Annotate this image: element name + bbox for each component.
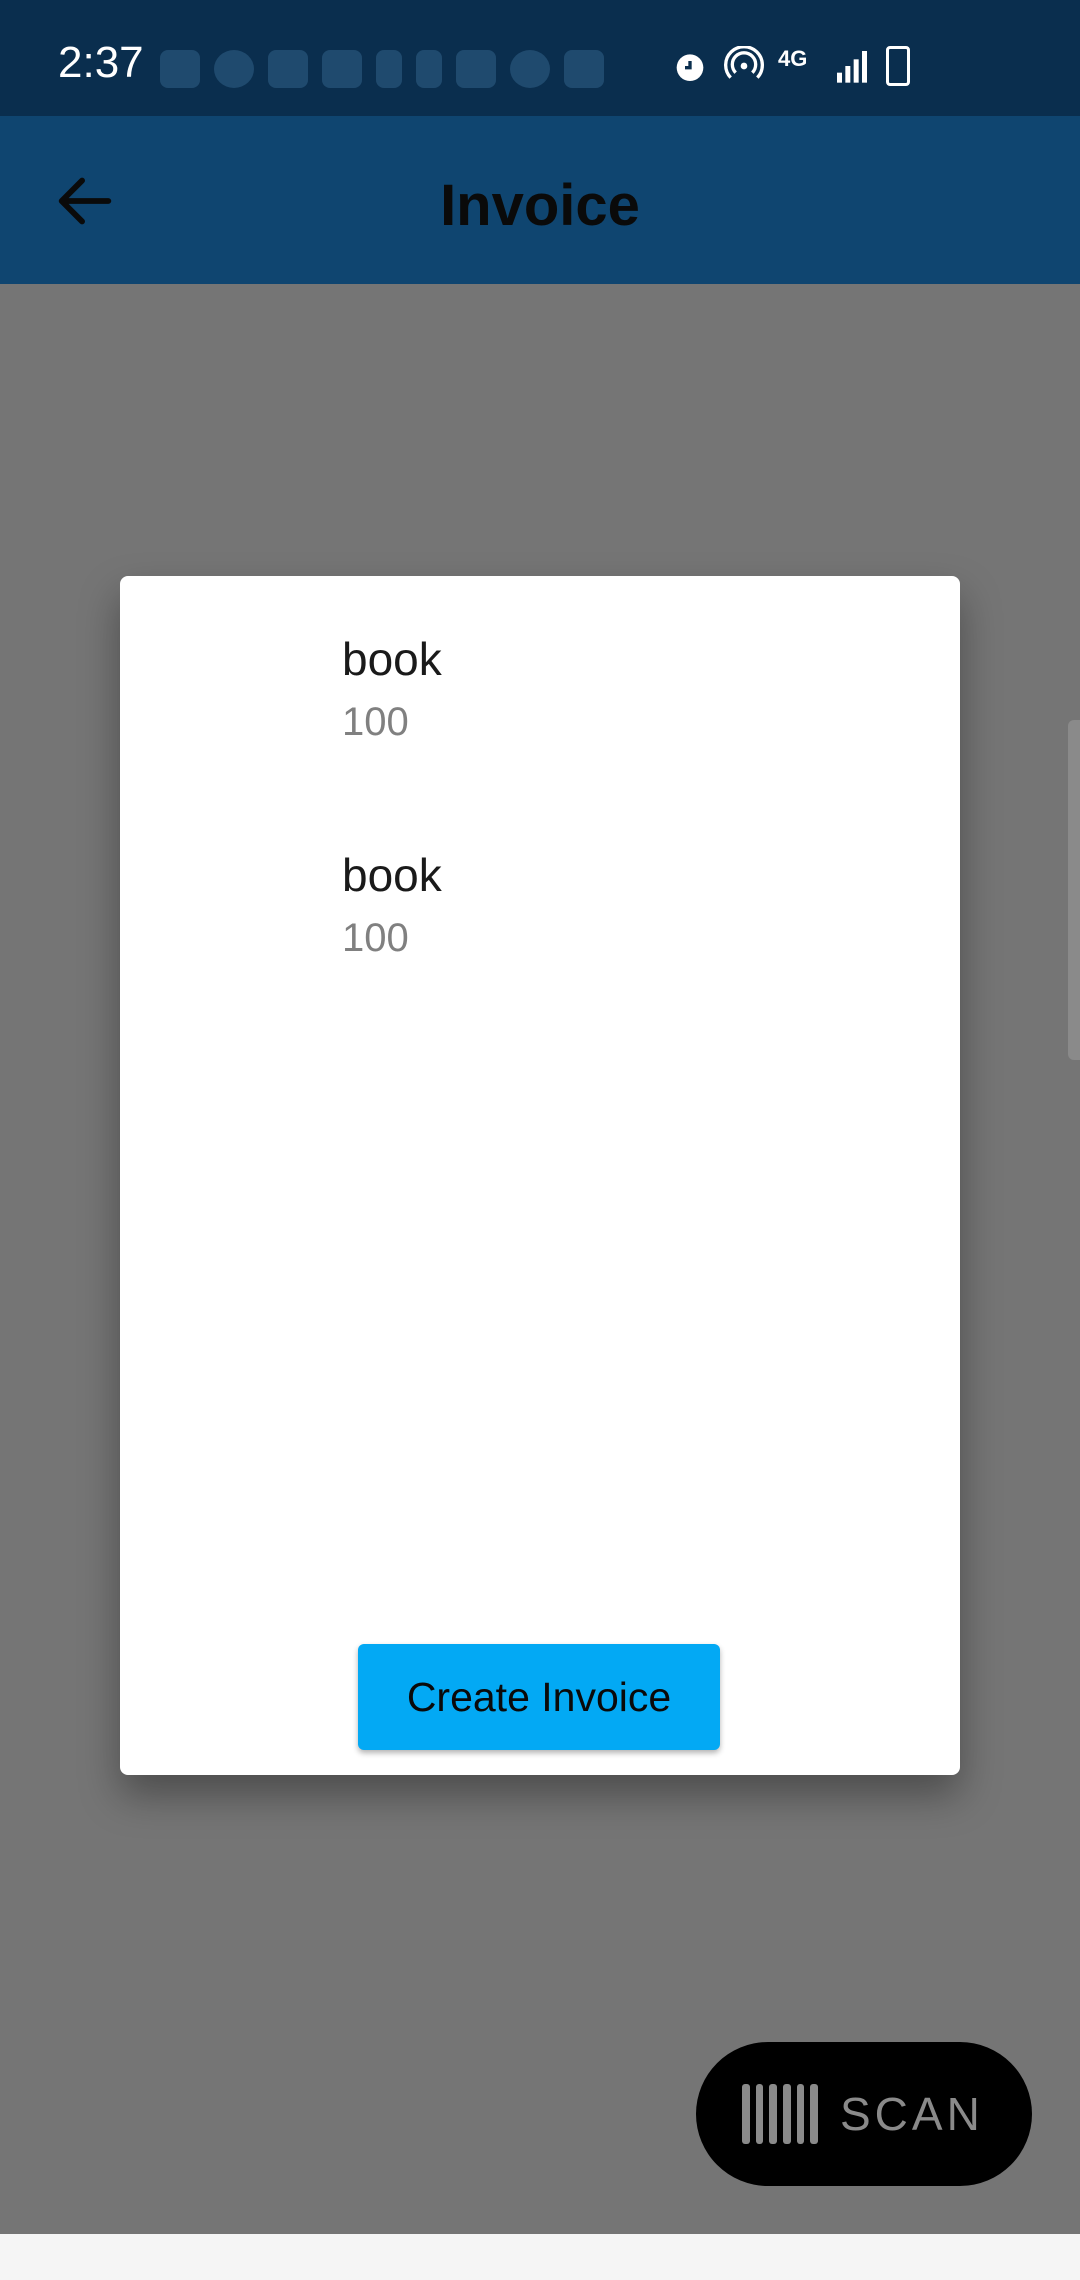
navigation-bar (0, 2234, 1080, 2280)
invoice-dialog: book 100 book 100 Create Invoice (120, 576, 960, 1775)
list-item[interactable]: book 100 (342, 632, 442, 745)
warning-icon (564, 50, 604, 88)
status-bar: 2:37 4G (0, 0, 1080, 116)
item-price: 100 (342, 916, 409, 960)
hotspot-icon (724, 46, 764, 86)
create-invoice-button[interactable]: Create Invoice (358, 1644, 720, 1750)
notification-icons (160, 50, 604, 88)
battery-charging-icon (886, 46, 910, 86)
linkedin-icon (322, 50, 362, 88)
alarm-icon (670, 46, 710, 86)
netflix-icon (416, 50, 442, 88)
app-bar: Invoice (0, 116, 1080, 284)
message-icon (160, 50, 200, 88)
network-4g-icon: 4G (778, 46, 808, 71)
system-icons: 4G (670, 46, 910, 86)
status-time: 2:37 (58, 38, 144, 87)
scan-label: SCAN (840, 2088, 984, 2140)
item-name: book (342, 633, 442, 685)
sync-icon (510, 50, 550, 88)
youtube-icon (268, 50, 308, 88)
barcode-icon (742, 2084, 819, 2144)
scrollbar[interactable] (1068, 720, 1080, 1060)
bing-icon (376, 50, 402, 88)
whatsapp-icon (214, 50, 254, 88)
list-item[interactable]: book 100 (342, 848, 442, 961)
signal-icon (832, 46, 872, 86)
item-name: book (342, 849, 442, 901)
page-title: Invoice (440, 173, 640, 238)
mail-icon (456, 50, 496, 88)
item-price: 100 (342, 700, 409, 744)
scan-button[interactable]: SCAN (696, 2042, 1032, 2186)
